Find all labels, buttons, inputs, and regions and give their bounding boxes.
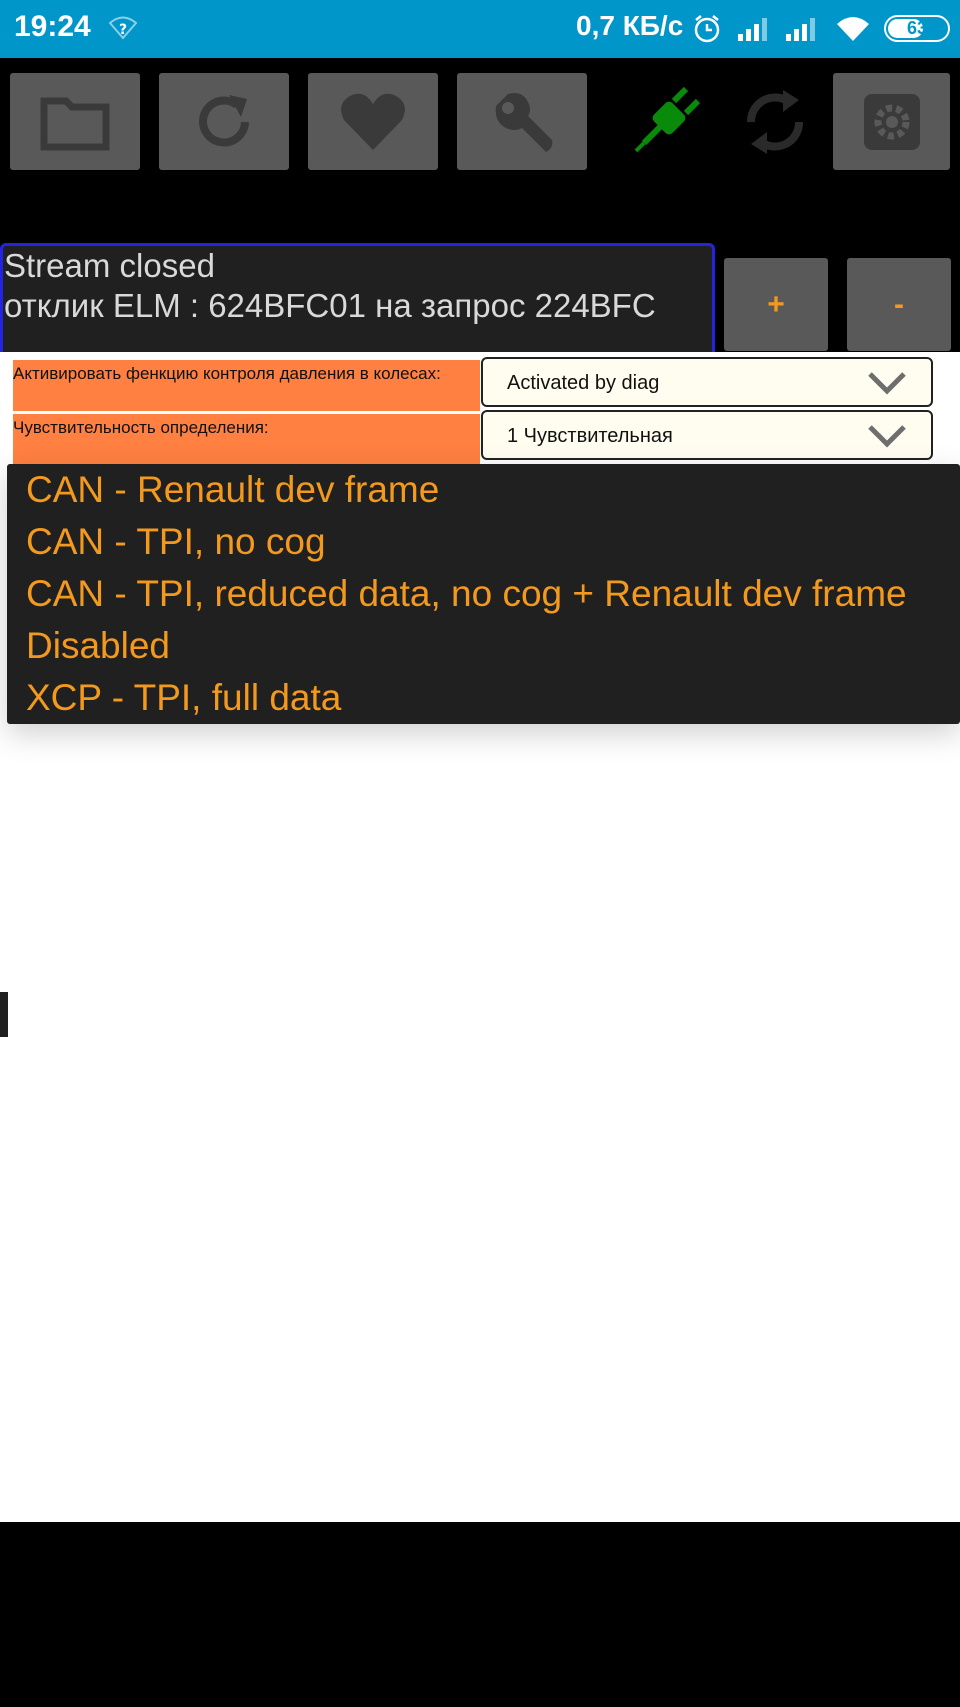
zoom-out-button[interactable]: - bbox=[847, 258, 951, 351]
dropdown-option[interactable]: XCP - TPI, full data bbox=[26, 676, 341, 720]
param-select[interactable]: 1 Чувствительная bbox=[481, 410, 933, 460]
dropdown-option[interactable]: Disabled bbox=[26, 624, 170, 668]
wrench-icon bbox=[495, 92, 553, 152]
zoom-in-button[interactable]: + bbox=[724, 258, 828, 351]
select-value: Activated by diag bbox=[507, 372, 660, 394]
network-speed: 0,7 КБ/с bbox=[576, 10, 684, 41]
tools-button[interactable] bbox=[457, 73, 587, 170]
chevron-down-icon bbox=[867, 423, 907, 455]
heart-icon bbox=[341, 93, 405, 150]
log-line: отклик ELM : 624BFC01 на запрос 224BFC bbox=[4, 287, 656, 324]
open-file-button[interactable] bbox=[10, 73, 140, 170]
dropdown-list: CAN - Renault dev frame CAN - TPI, no co… bbox=[7, 464, 960, 724]
battery-icon: 63 bbox=[884, 15, 950, 42]
sync-icon bbox=[746, 89, 804, 154]
log-output: Stream closed отклик ELM : 624BFC01 на з… bbox=[0, 243, 715, 365]
toolbar: Stream closed отклик ELM : 624BFC01 на з… bbox=[0, 58, 960, 365]
connection-button[interactable] bbox=[610, 73, 720, 170]
settings-icon bbox=[863, 93, 920, 150]
favorite-button[interactable] bbox=[308, 73, 438, 170]
param-label: Чувствительность определения: bbox=[13, 414, 480, 465]
plug-icon bbox=[634, 86, 700, 152]
hidden-row-edge bbox=[0, 992, 8, 1037]
dropdown-option[interactable]: CAN - TPI, no cog bbox=[26, 520, 326, 564]
dropdown-option[interactable]: CAN - TPI, reduced data, no cog + Renaul… bbox=[26, 572, 907, 616]
status-bar: 19:24 ? 0,7 КБ/с 63 bbox=[0, 0, 960, 58]
param-select[interactable]: Activated by diag bbox=[481, 357, 933, 407]
folder-icon bbox=[40, 97, 110, 150]
navigation-bar bbox=[0, 1522, 960, 1707]
select-value: 1 Чувствительная bbox=[507, 425, 673, 447]
alarm-icon bbox=[692, 14, 722, 48]
wifi-question-icon: ? bbox=[108, 14, 138, 46]
settings-button[interactable] bbox=[833, 73, 950, 170]
wifi-icon bbox=[834, 14, 872, 48]
chevron-down-icon bbox=[867, 370, 907, 402]
signal-icon bbox=[736, 16, 774, 46]
sync-button[interactable] bbox=[720, 73, 830, 170]
battery-level: 63 bbox=[906, 18, 928, 38]
clock: 19:24 bbox=[14, 10, 91, 43]
refresh-button[interactable] bbox=[159, 73, 289, 170]
param-label: Активировать фенкцию контроля давления в… bbox=[13, 360, 480, 411]
log-line: Stream closed bbox=[4, 247, 215, 284]
svg-text:?: ? bbox=[119, 22, 127, 38]
refresh-icon bbox=[199, 94, 249, 146]
dropdown-option[interactable]: CAN - Renault dev frame bbox=[26, 468, 439, 512]
signal-icon bbox=[784, 16, 822, 46]
